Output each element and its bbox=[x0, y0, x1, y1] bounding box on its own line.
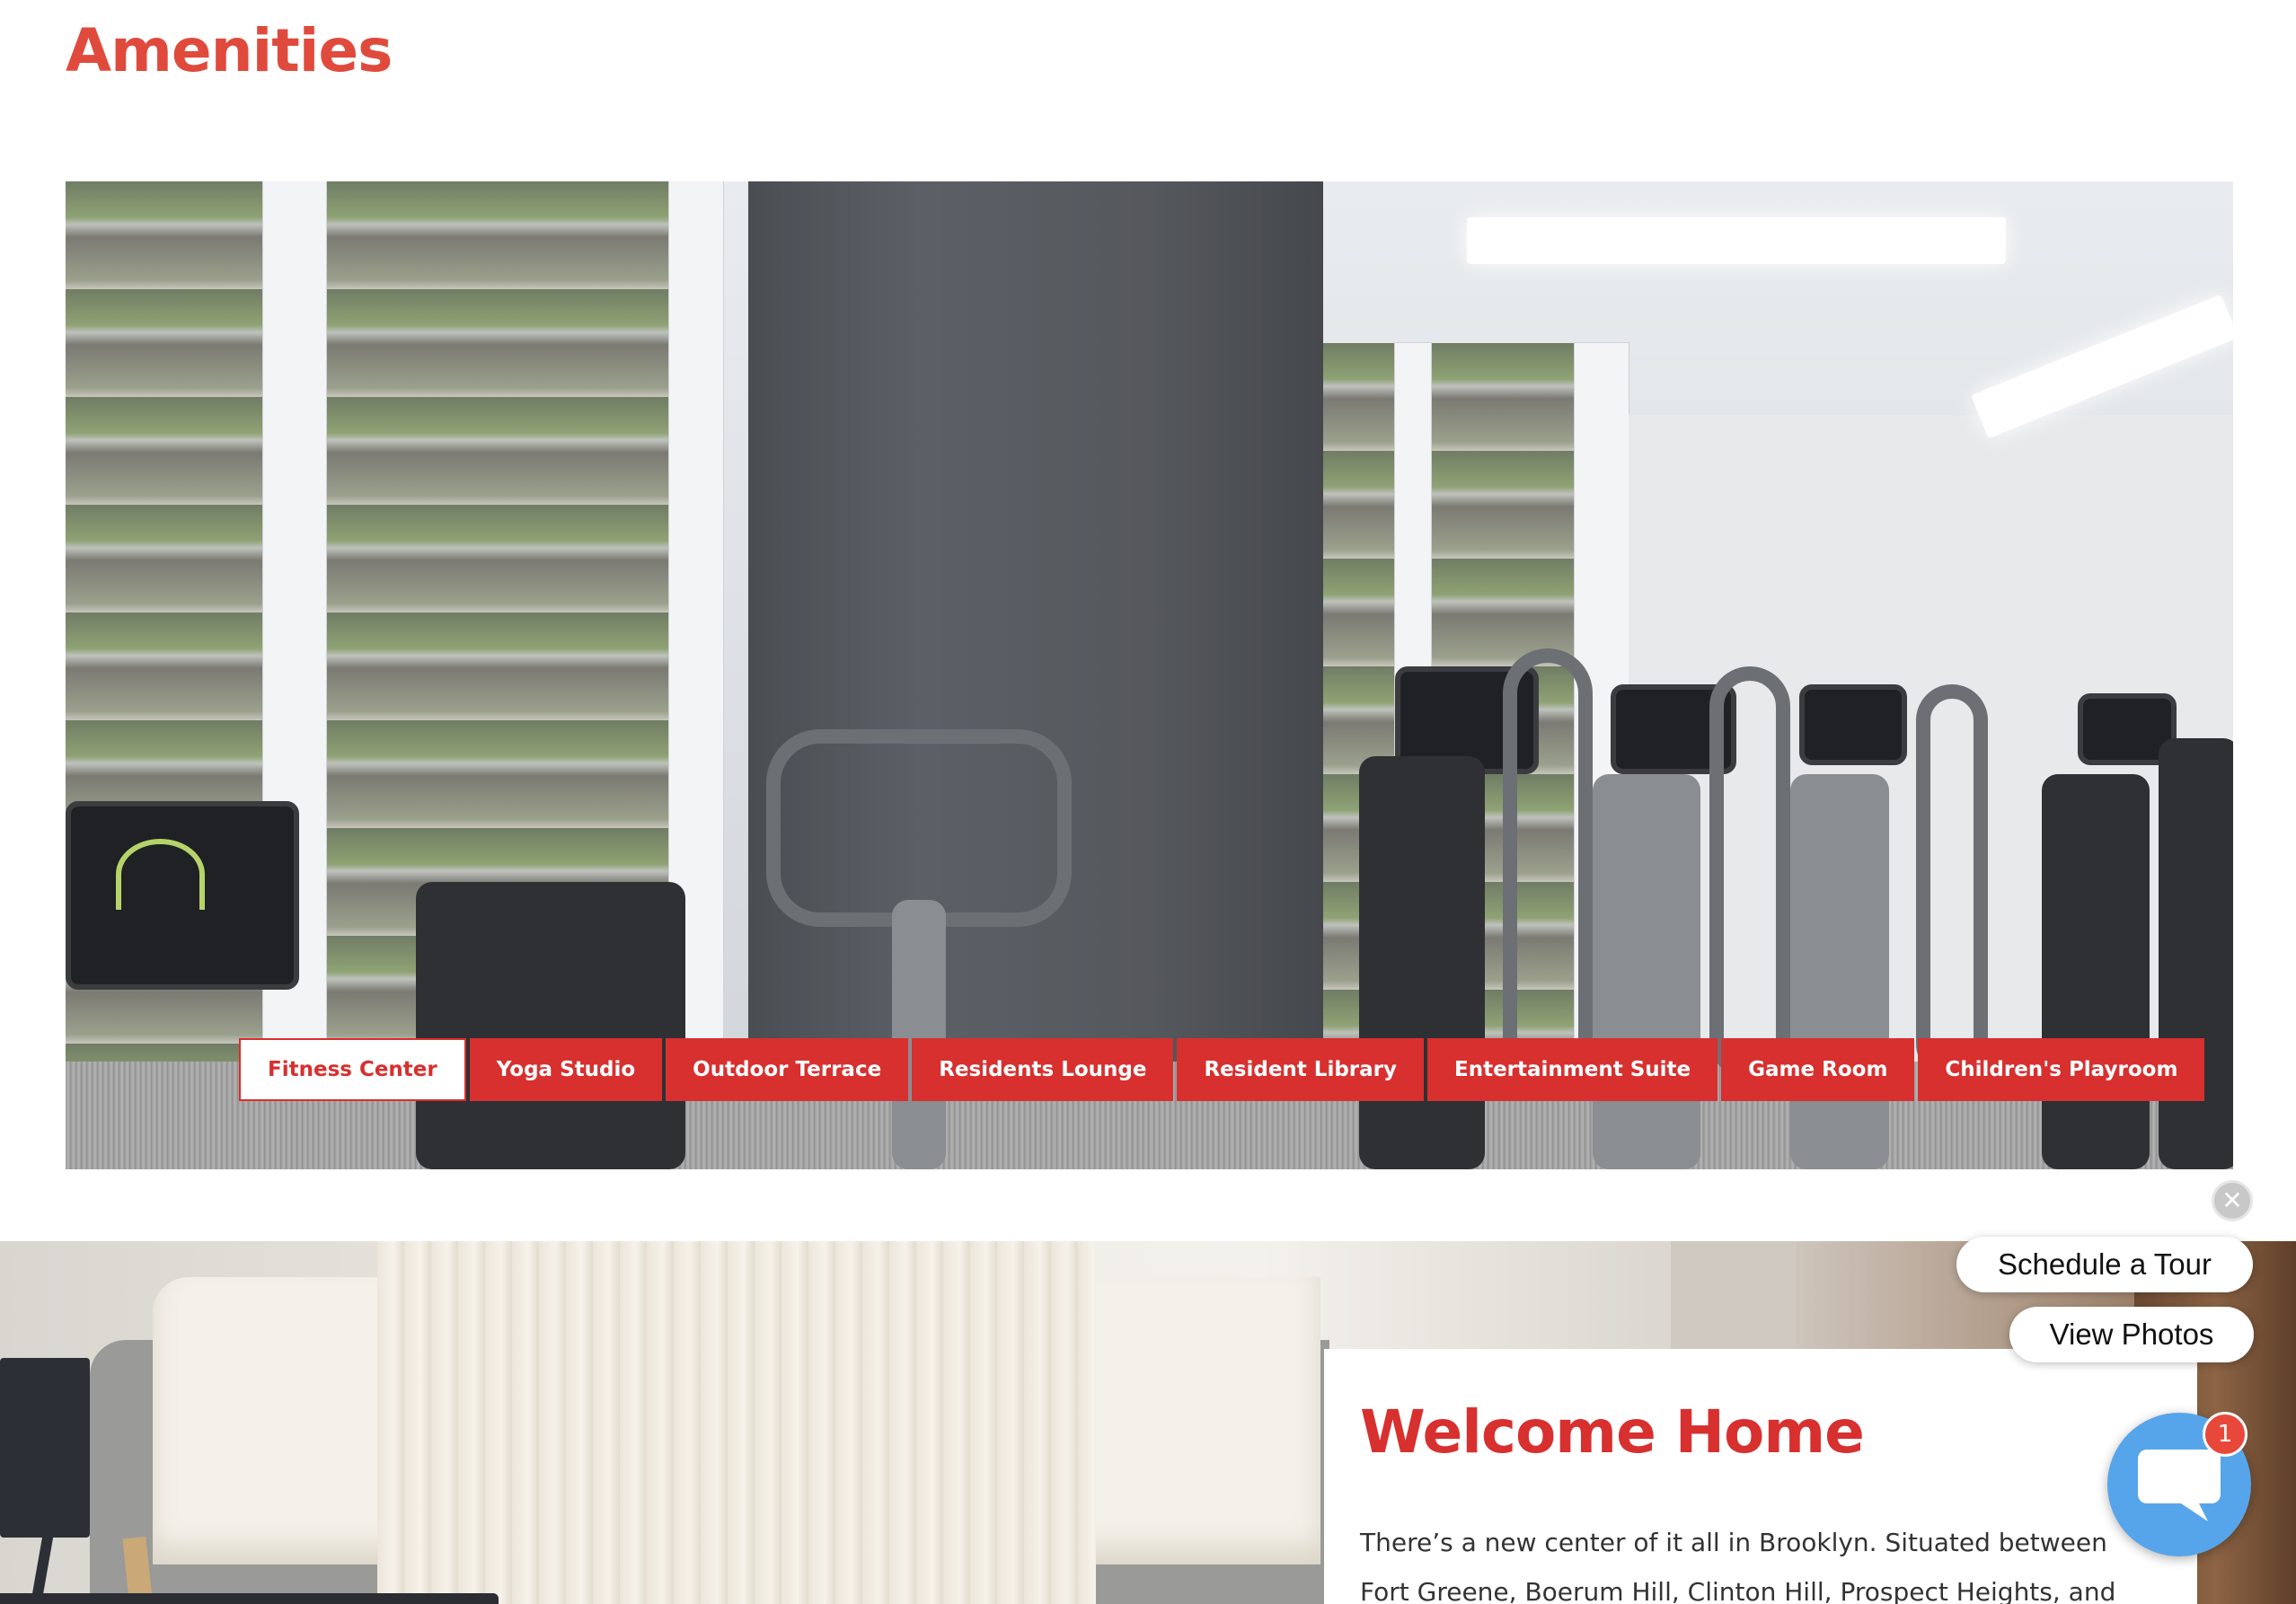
tab-residents-lounge[interactable]: Residents Lounge bbox=[912, 1038, 1174, 1101]
pillar bbox=[748, 181, 1323, 1169]
treadmill-console bbox=[66, 801, 299, 990]
tab-resident-library[interactable]: Resident Library bbox=[1177, 1038, 1424, 1101]
bike-frame bbox=[892, 900, 946, 1169]
close-icon[interactable]: ✕ bbox=[2212, 1180, 2253, 1221]
elliptical-arm bbox=[1916, 684, 1988, 1080]
ceiling-light bbox=[1467, 217, 2006, 264]
window-mullion bbox=[263, 181, 326, 1169]
bike-handlebar bbox=[766, 729, 1072, 927]
chat-unread-badge: 1 bbox=[2203, 1412, 2247, 1457]
scroll-bar bbox=[0, 1593, 499, 1604]
tv-stand bbox=[0, 1358, 90, 1538]
elliptical-body bbox=[2159, 738, 2233, 1169]
elliptical-arm bbox=[1709, 666, 1790, 1080]
amenity-tabs: Fitness Center Yoga Studio Outdoor Terra… bbox=[239, 1038, 2205, 1101]
amenity-photo-fitness-center bbox=[66, 181, 2233, 1169]
elliptical-body bbox=[2042, 774, 2150, 1169]
console-screen bbox=[115, 838, 205, 910]
tab-childrens-playroom[interactable]: Children's Playroom bbox=[1918, 1038, 2205, 1101]
welcome-title: Welcome Home bbox=[1360, 1397, 1865, 1467]
tab-fitness-center[interactable]: Fitness Center bbox=[239, 1038, 466, 1101]
elliptical-console bbox=[1799, 684, 1907, 765]
bike-seat bbox=[416, 882, 685, 1169]
view-photos-button[interactable]: View Photos bbox=[2009, 1307, 2254, 1362]
elliptical-body bbox=[1790, 774, 1889, 1169]
welcome-text: There’s a new center of it all in Brookl… bbox=[1360, 1528, 2116, 1604]
welcome-card: Welcome Home There’s a new center of it … bbox=[1324, 1349, 2197, 1604]
page-title: Amenities bbox=[66, 16, 393, 85]
elliptical-body bbox=[1593, 774, 1700, 1169]
elliptical-arm bbox=[1503, 648, 1593, 1097]
schedule-tour-button[interactable]: Schedule a Tour bbox=[1956, 1237, 2253, 1292]
tab-entertainment-suite[interactable]: Entertainment Suite bbox=[1427, 1038, 1718, 1101]
tab-game-room[interactable]: Game Room bbox=[1721, 1038, 1915, 1101]
tab-yoga-studio[interactable]: Yoga Studio bbox=[469, 1038, 663, 1101]
bed-throw bbox=[377, 1241, 1096, 1604]
chat-bubble-icon bbox=[2138, 1450, 2221, 1521]
tab-outdoor-terrace[interactable]: Outdoor Terrace bbox=[666, 1038, 909, 1101]
elliptical-body bbox=[1359, 756, 1485, 1169]
